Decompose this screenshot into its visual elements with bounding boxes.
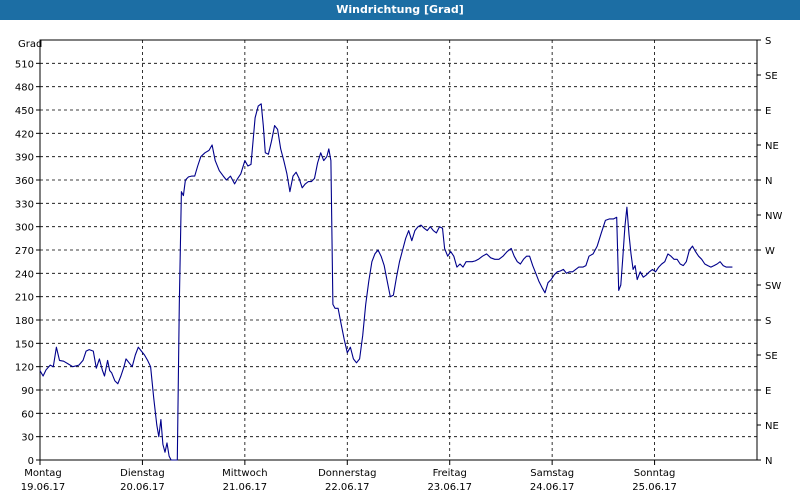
x-tick-day-6: Sonntag [634,468,676,479]
x-tick-day-0: Montag [24,468,61,479]
y2-tick-label-7: NW [765,211,782,222]
y-tick-label-8: 240 [15,269,34,280]
y-tick-label-13: 390 [15,153,34,164]
y2-tick-label-0: N [765,456,772,467]
y2-tick-label-2: E [765,386,771,397]
x-tick-date-6: 25.06.17 [632,482,677,493]
y-tick-label-6: 180 [15,316,34,327]
y-tick-label-15: 450 [15,106,34,117]
x-tick-day-4: Freitag [433,468,467,479]
y-tick-label-9: 270 [15,246,34,257]
x-tick-date-2: 21.06.17 [223,482,268,493]
y-tick-label-5: 150 [15,339,34,350]
y-axis-label: Grad [18,39,42,50]
grid-lines [40,40,757,460]
y-tick-label-17: 510 [15,59,34,70]
y-tick-label-4: 120 [15,363,34,374]
y2-tick-label-8: N [765,176,772,187]
y2-tick-label-3: SE [765,351,778,362]
y-tick-label-0: 0 [28,456,34,467]
y2-tick-label-4: S [765,316,771,327]
x-tick-day-3: Donnerstag [318,468,376,479]
x-tick-date-5: 24.06.17 [530,482,575,493]
y-tick-label-7: 210 [15,293,34,304]
y-tick-label-12: 360 [15,176,34,187]
y2-tick-label-12: S [765,36,771,47]
y-axis-ticks: 0 30 60 90 120 150 180 210 240 270 300 330 360 390 420… [15,59,40,467]
y2-tick-label-11: SE [765,71,778,82]
x-tick-date-1: 20.06.17 [120,482,165,493]
y-tick-label-10: 300 [15,223,34,234]
x-tick-day-5: Samstag [530,468,574,479]
y2-axis-ticks: N NE E SE S SW W NW N NE E SE S [757,36,782,467]
chart-title: Windrichtung [Grad] [0,0,800,20]
x-tick-date-4: 23.06.17 [427,482,472,493]
y-tick-label-16: 480 [15,83,34,94]
series-line-0 [39,103,733,461]
x-tick-day-2: Mittwoch [222,468,267,479]
x-tick-date-3: 22.06.17 [325,482,370,493]
y-tick-label-14: 420 [15,129,34,140]
y-tick-label-11: 330 [15,199,34,210]
y-tick-label-2: 60 [21,409,34,420]
y2-tick-label-6: W [765,246,775,257]
series-group [39,103,733,461]
y2-tick-label-5: SW [765,281,781,292]
y2-tick-label-9: NE [765,141,779,152]
x-tick-date-0: 19.06.17 [21,482,66,493]
y2-tick-label-1: NE [765,421,779,432]
plot-area [39,39,758,461]
y-tick-label-3: 90 [21,386,34,397]
y-tick-label-1: 30 [21,433,34,444]
x-tick-day-1: Dienstag [120,468,165,479]
wind-direction-chart: Grad 0 30 60 90 120 150 180 210 240 270 300 330 360 3… [15,36,783,493]
y2-tick-label-10: E [765,106,771,117]
x-axis-ticks: Montag 19.06.17 Dienstag 20.06.17 Mittwoch 21… [21,460,677,493]
